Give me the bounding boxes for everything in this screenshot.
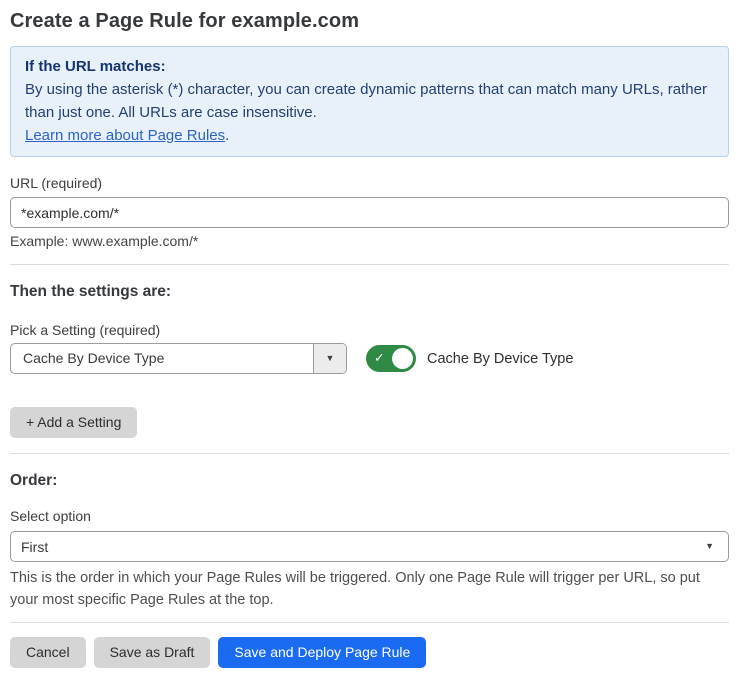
url-example-text: Example: www.example.com/* — [10, 233, 729, 249]
divider — [10, 622, 729, 623]
order-section-heading: Order: — [10, 471, 729, 490]
info-box-body: By using the asterisk (*) character, you… — [25, 78, 714, 124]
footer-actions: Cancel Save as Draft Save and Deploy Pag… — [10, 637, 729, 668]
divider — [10, 453, 729, 454]
add-setting-button[interactable]: + Add a Setting — [10, 407, 137, 438]
select-option-label: Select option — [10, 508, 729, 525]
settings-section-heading: Then the settings are: — [10, 282, 729, 301]
create-page-rule-form: Create a Page Rule for example.com If th… — [0, 0, 750, 688]
order-select-value: First — [21, 539, 48, 555]
chevron-down-icon: ▼ — [705, 542, 714, 551]
learn-more-page-rules-link[interactable]: Learn more about Page Rules — [25, 127, 225, 144]
setting-dropdown[interactable]: Cache By Device Type ▼ — [10, 343, 347, 374]
toggle-knob — [392, 348, 413, 369]
order-help-text: This is the order in which your Page Rul… — [10, 567, 729, 611]
info-box-heading: If the URL matches: — [25, 55, 714, 78]
url-input[interactable] — [10, 197, 729, 228]
pick-setting-label: Pick a Setting (required) — [10, 322, 729, 339]
toggle-label: Cache By Device Type — [427, 351, 573, 367]
url-match-info-box: If the URL matches: By using the asteris… — [10, 46, 729, 157]
check-icon: ✓ — [374, 345, 385, 372]
page-title: Create a Page Rule for example.com — [10, 8, 729, 34]
divider — [10, 264, 729, 265]
setting-row: Cache By Device Type ▼ ✓ Cache By Device… — [10, 343, 729, 374]
save-as-draft-button[interactable]: Save as Draft — [94, 637, 211, 668]
link-period: . — [225, 127, 229, 144]
order-select[interactable]: First ▼ — [10, 531, 729, 562]
cache-by-device-type-toggle[interactable]: ✓ — [366, 345, 416, 372]
setting-dropdown-value: Cache By Device Type — [11, 344, 313, 373]
chevron-down-icon: ▼ — [326, 354, 335, 363]
save-and-deploy-button[interactable]: Save and Deploy Page Rule — [218, 637, 426, 668]
setting-dropdown-caret-button[interactable]: ▼ — [313, 344, 346, 373]
info-link-line: Learn more about Page Rules. — [25, 124, 714, 147]
cancel-button[interactable]: Cancel — [10, 637, 86, 668]
url-label: URL (required) — [10, 175, 729, 192]
